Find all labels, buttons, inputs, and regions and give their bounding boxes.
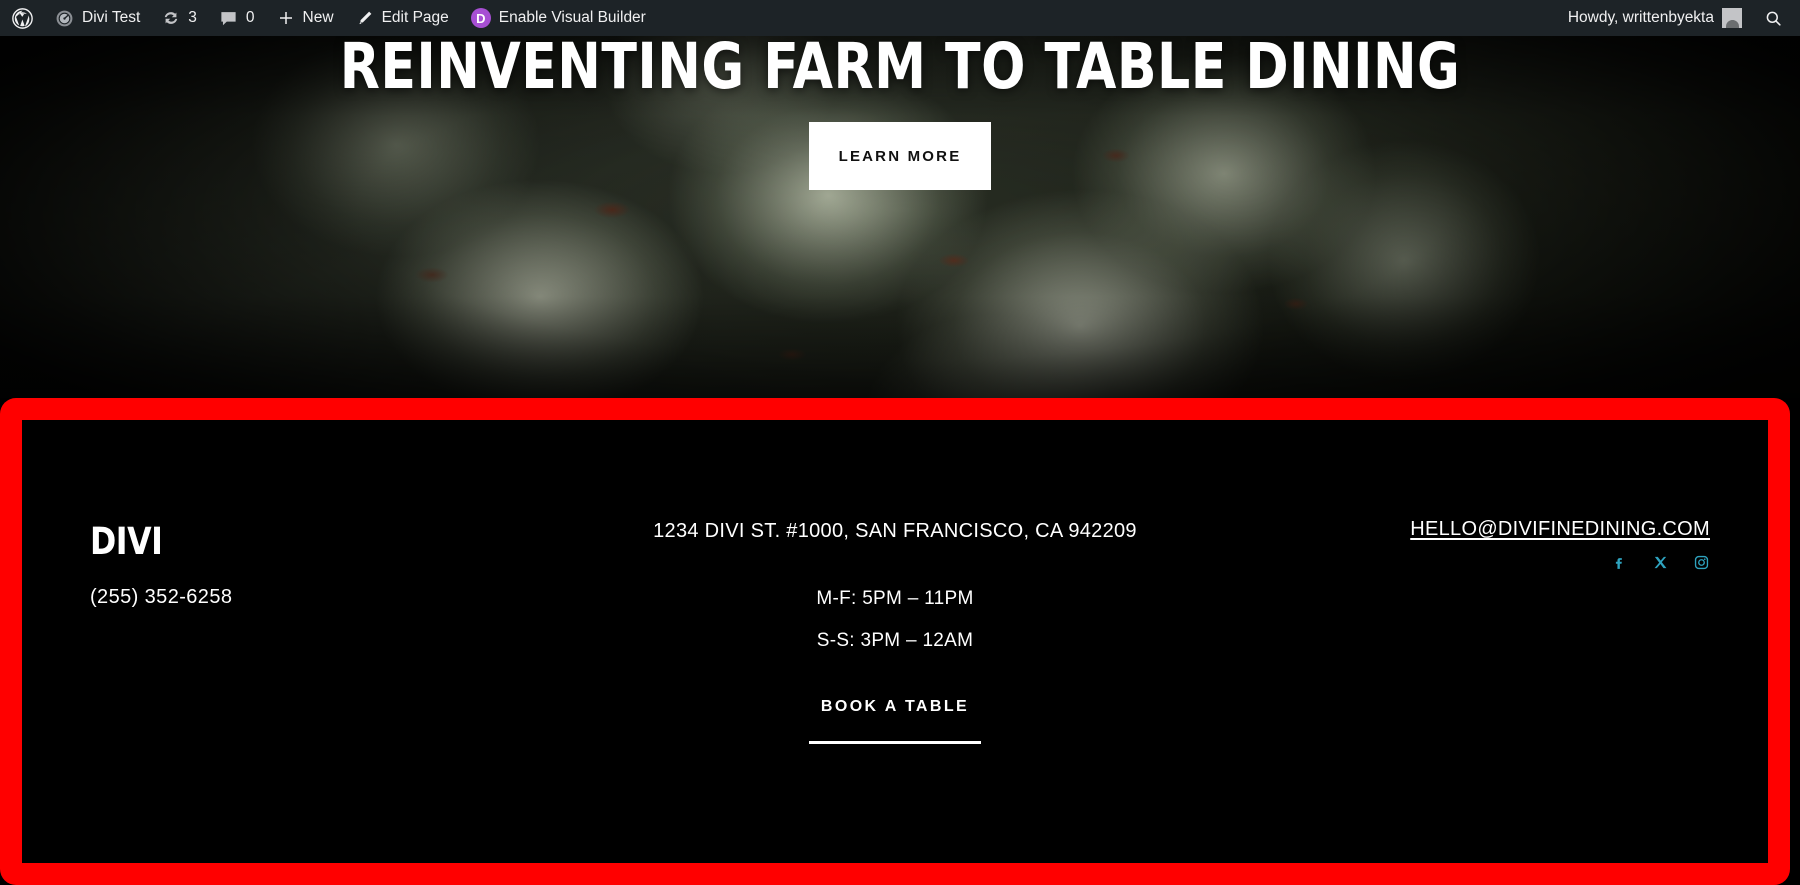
admin-bar-right-group: Howdy, writtenbyekta — [1556, 0, 1800, 36]
instagram-icon[interactable] — [1693, 554, 1710, 571]
wordpress-logo-icon — [12, 7, 33, 29]
admin-bar-search-button[interactable] — [1753, 0, 1794, 36]
visual-builder-label: Enable Visual Builder — [498, 9, 646, 26]
howdy-label: Howdy, writtenbyekta — [1567, 9, 1714, 26]
pencil-icon — [356, 9, 374, 27]
footer-email-link[interactable]: HELLO@DIVIFINEDINING.COM — [1410, 518, 1710, 540]
wp-logo-menu[interactable] — [0, 0, 44, 36]
comment-bubble-icon — [219, 9, 238, 28]
site-name-label: Divi Test — [82, 9, 141, 26]
footer-email-wrap: HELLO@DIVIFINEDINING.COM — [1410, 518, 1710, 541]
wp-admin-bar: Divi Test 3 0 New Edit Page D Enable Vis… — [0, 0, 1800, 36]
footer-section: DIVI (255) 352-6258 1234 DIVI ST. #1000,… — [22, 420, 1768, 863]
new-content-label: New — [302, 9, 334, 26]
search-icon — [1764, 9, 1783, 28]
book-a-table-underline — [809, 741, 981, 744]
footer-hours: M-F: 5PM – 11PM S-S: 3PM – 12AM — [22, 588, 1768, 652]
footer-highlight-outline: DIVI (255) 352-6258 1234 DIVI ST. #1000,… — [0, 398, 1790, 885]
facebook-icon[interactable] — [1611, 554, 1628, 571]
hero-section: REINVENTING FARM TO TABLE DINING LEARN M… — [0, 36, 1800, 398]
page-title: REINVENTING FARM TO TABLE DINING — [339, 36, 1461, 103]
comments-menu[interactable]: 0 — [208, 0, 266, 36]
new-content-menu[interactable]: New — [266, 0, 345, 36]
book-a-table-button[interactable]: BOOK A TABLE — [821, 698, 969, 716]
social-links — [1611, 554, 1710, 571]
dashboard-gauge-icon — [55, 9, 74, 28]
update-revisions-icon — [162, 9, 180, 27]
revisions-count: 3 — [188, 9, 197, 26]
enable-visual-builder-link[interactable]: D Enable Visual Builder — [460, 0, 657, 36]
x-twitter-icon[interactable] — [1652, 554, 1669, 571]
site-name-menu[interactable]: Divi Test — [44, 0, 151, 36]
edit-page-label: Edit Page — [381, 9, 449, 26]
user-avatar-icon — [1722, 8, 1742, 28]
revisions-menu[interactable]: 3 — [151, 0, 208, 36]
comments-count: 0 — [245, 9, 255, 26]
plus-icon — [277, 9, 295, 27]
my-account-menu[interactable]: Howdy, writtenbyekta — [1556, 0, 1753, 36]
hours-weekend: S-S: 3PM – 12AM — [816, 630, 974, 651]
divi-logo-icon: D — [470, 8, 491, 28]
book-a-table-block: BOOK A TABLE — [22, 698, 1768, 744]
learn-more-button[interactable]: LEARN MORE — [809, 122, 991, 191]
edit-page-link[interactable]: Edit Page — [345, 0, 460, 36]
hours-weekday: M-F: 5PM – 11PM — [816, 588, 974, 609]
